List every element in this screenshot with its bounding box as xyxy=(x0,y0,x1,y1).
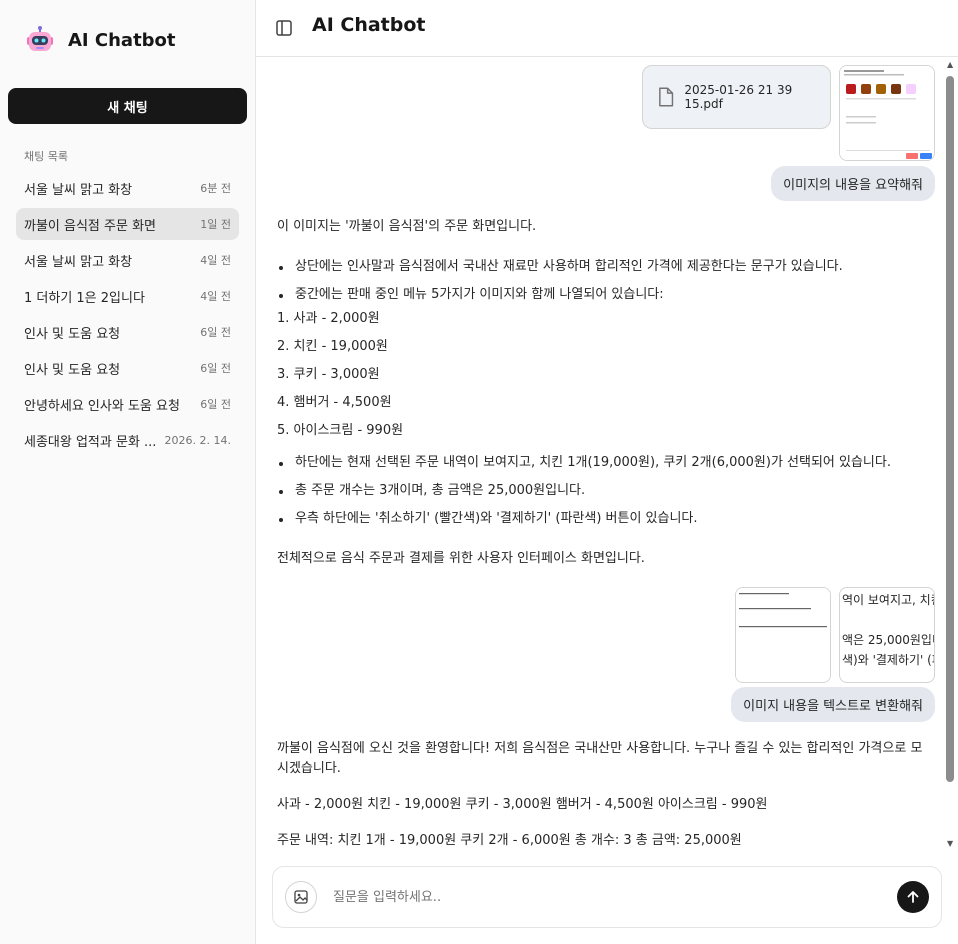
thumbnail-text: 역이 보여지고, 치킨 xyxy=(842,593,935,607)
app-title: AI Chatbot xyxy=(68,29,176,51)
response-intro: 이 이미지는 '까불이 음식점'의 주문 화면입니다. xyxy=(277,219,537,234)
response-bullet: 우측 하단에는 '취소하기' (빨간색)와 '결제하기' (파란색) 버튼이 있… xyxy=(277,509,698,529)
app-window: AI Chatbot 새 채팅 채팅 목록 서울 날씨 맑고 화창 6분 전 까… xyxy=(0,0,958,944)
page-title: AI Chatbot xyxy=(312,14,426,36)
chat-item-time: 6일 전 xyxy=(200,398,231,411)
main-panel: AI Chatbot 2025-01-26 21 39 15.pdf 이미지의 … xyxy=(256,0,958,944)
sidebar: AI Chatbot 새 채팅 채팅 목록 서울 날씨 맑고 화창 6분 전 까… xyxy=(0,0,256,944)
response-outro: 전체적으로 음식 주문과 결제를 위한 사용자 인터페이스 화면입니다. xyxy=(277,551,645,566)
chat-item-time: 2026. 2. 14. xyxy=(164,433,231,447)
thumbnail-text: 색)와 '결제하기' (파 xyxy=(842,653,935,667)
menu-item: 3. 쿠키 - 3,000원 xyxy=(277,367,380,382)
user-message: 이미지의 내용을 요약해줘 xyxy=(771,166,935,201)
message-input[interactable] xyxy=(333,883,893,911)
chat-list: 서울 날씨 맑고 화창 6분 전 까불이 음식점 주문 화면 1일 전 서울 날… xyxy=(16,172,239,460)
sidebar-toggle-icon[interactable] xyxy=(274,18,294,38)
send-button[interactable] xyxy=(897,881,929,913)
response-bullet: 중간에는 판매 중인 메뉴 5가지가 이미지와 함께 나열되어 있습니다: xyxy=(277,285,664,305)
response-paragraph: 사과 - 2,000원 치킨 - 19,000원 쿠키 - 3,000원 햄버거… xyxy=(277,797,768,812)
scroll-down-icon[interactable]: ▼ xyxy=(947,839,953,848)
file-icon xyxy=(659,87,674,107)
menu-item: 4. 햄버거 - 4,500원 xyxy=(277,395,392,410)
response-bullet: 상단에는 인사말과 음식점에서 국내산 재료만 사용하며 합리적인 가격에 제공… xyxy=(277,257,843,277)
menu-item: 1. 사과 - 2,000원 xyxy=(277,311,380,326)
chat-list-item[interactable]: 1 더하기 1은 2입니다 4일 전 xyxy=(16,280,239,312)
response-bullet: 총 주문 개수는 3개이며, 총 금액은 25,000원입니다. xyxy=(277,481,585,501)
chat-list-item[interactable]: 안녕하세요 인사와 도움 요청 6일 전 xyxy=(16,388,239,420)
file-attachment[interactable]: 2025-01-26 21 39 15.pdf xyxy=(642,65,831,129)
brand: AI Chatbot xyxy=(24,24,176,56)
image-thumbnail[interactable] xyxy=(839,65,935,161)
chat-item-title: 서울 날씨 맑고 화창 xyxy=(24,182,133,198)
menu-item: 2. 치킨 - 19,000원 xyxy=(277,339,388,354)
image-thumbnail[interactable] xyxy=(735,587,831,683)
response-bullet: 하단에는 현재 선택된 주문 내역이 보여지고, 치킨 1개(19,000원),… xyxy=(277,453,891,473)
chat-item-title: 1 더하기 1은 2입니다 xyxy=(24,290,145,306)
chat-item-time: 1일 전 xyxy=(200,218,231,231)
scroll-up-icon[interactable]: ▲ xyxy=(947,60,953,69)
scroll-thumb[interactable] xyxy=(946,76,954,782)
chat-item-time: 4일 전 xyxy=(200,290,231,303)
attach-image-button[interactable] xyxy=(285,881,317,913)
chat-item-title: 인사 및 도움 요청 xyxy=(24,362,121,378)
thumbnail-spacer xyxy=(842,610,934,630)
chat-item-time: 6분 전 xyxy=(200,182,231,195)
new-chat-button[interactable]: 새 채팅 xyxy=(8,88,247,124)
chat-item-time: 6일 전 xyxy=(200,362,231,375)
chat-item-title: 까불이 음식점 주문 화면 xyxy=(24,218,156,234)
chat-list-item[interactable]: 세종대왕 업적과 문화 ... 2026. 2. 14. xyxy=(16,424,239,456)
image-thumbnail[interactable]: 역이 보여지고, 치킨 액은 25,000원입니 색)와 '결제하기' (파 xyxy=(839,587,935,683)
response-paragraph: 주문 내역: 치킨 1개 - 19,000원 쿠키 2개 - 6,000원 총 … xyxy=(277,833,742,848)
composer xyxy=(272,866,942,928)
chat-list-item[interactable]: 서울 날씨 맑고 화창 6분 전 xyxy=(16,172,239,204)
header: AI Chatbot xyxy=(256,0,958,57)
response-paragraph: 까불이 음식점에 오신 것을 환영합니다! 저희 음식점은 국내산만 사용합니다… xyxy=(277,741,923,776)
chat-list-item[interactable]: 인사 및 도움 요청 6일 전 xyxy=(16,316,239,348)
chat-item-title: 안녕하세요 인사와 도움 요청 xyxy=(24,398,180,414)
menu-item: 5. 아이스크림 - 990원 xyxy=(277,423,404,438)
user-message: 이미지 내용을 텍스트로 변환해줘 xyxy=(731,687,935,722)
chat-list-heading: 채팅 목록 xyxy=(24,150,68,163)
chat-item-title: 서울 날씨 맑고 화창 xyxy=(24,254,133,270)
chat-list-item-active[interactable]: 까불이 음식점 주문 화면 1일 전 xyxy=(16,208,239,240)
file-name: 2025-01-26 21 39 15.pdf xyxy=(684,83,793,111)
text-image-preview xyxy=(736,588,830,682)
chat-list-item[interactable]: 서울 날씨 맑고 화창 4일 전 xyxy=(16,244,239,276)
robot-icon xyxy=(27,26,53,51)
chat-item-time: 6일 전 xyxy=(200,326,231,339)
scrollbar[interactable]: ▲ ▼ xyxy=(944,60,956,848)
chat-item-title: 세종대왕 업적과 문화 ... xyxy=(24,434,157,450)
message-list[interactable]: 2025-01-26 21 39 15.pdf 이미지의 내용을 요약해줘 이 … xyxy=(256,57,958,849)
image-icon xyxy=(294,890,308,904)
chat-item-time: 4일 전 xyxy=(200,254,231,267)
order-screen-preview xyxy=(840,66,934,160)
chat-list-item[interactable]: 인사 및 도움 요청 6일 전 xyxy=(16,352,239,384)
thumbnail-text: 액은 25,000원입니 xyxy=(842,633,935,647)
chat-item-title: 인사 및 도움 요청 xyxy=(24,326,121,342)
arrow-up-icon xyxy=(907,891,919,903)
